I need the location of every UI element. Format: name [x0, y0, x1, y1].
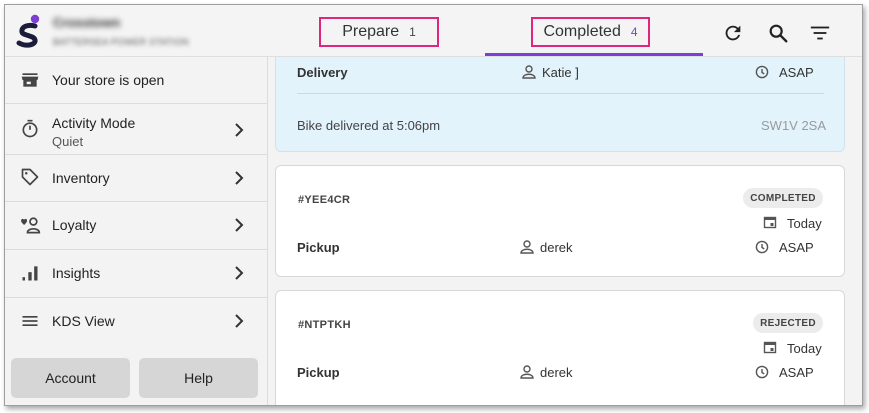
tab-prepare-count: 1: [409, 25, 416, 39]
clock-icon: [755, 65, 769, 79]
delivery-postcode: SW1V 2SA: [761, 118, 827, 133]
chevron-right-icon: [235, 314, 244, 328]
tab-prepare[interactable]: Prepare 1: [319, 17, 439, 47]
store-icon: [19, 69, 41, 91]
active-tab-indicator: [485, 53, 703, 56]
sidebar-divider: [267, 57, 268, 405]
chevron-right-icon: [235, 218, 244, 232]
person-icon: [520, 365, 534, 379]
insights-label: Insights: [52, 265, 101, 281]
menu-lines-icon: [19, 310, 41, 332]
filter-icon[interactable]: [808, 21, 832, 45]
search-icon[interactable]: [766, 21, 790, 45]
order-card[interactable]: #YEE4CR COMPLETED Today Pickup derek ASA…: [275, 165, 845, 277]
sidebar-item-insights[interactable]: Insights: [5, 249, 267, 298]
order-date: Today: [787, 216, 822, 231]
bar-chart-icon: [19, 262, 41, 284]
activity-mode-value: Quiet: [52, 134, 84, 149]
order-customer: Katie ]: [542, 65, 579, 80]
card-divider: [297, 93, 824, 94]
sidebar-item-inventory[interactable]: Inventory: [5, 154, 267, 202]
app-window: Crosstown BATTERSEA POWER STATION Prepar…: [4, 4, 863, 406]
order-time: ASAP: [779, 65, 814, 80]
clock-icon: [755, 365, 769, 379]
order-card[interactable]: #NTPTKH REJECTED Today Pickup derek ASAP: [275, 290, 845, 405]
order-customer: derek: [540, 240, 573, 255]
order-time: ASAP: [779, 365, 814, 380]
kds-view-label: KDS View: [52, 313, 115, 329]
tab-completed[interactable]: Completed 4: [531, 17, 650, 47]
order-type: Pickup: [297, 240, 340, 255]
order-card-delivery[interactable]: Delivery Katie ] ASAP Bike delivered at …: [275, 57, 845, 152]
order-id: #NTPTKH: [298, 319, 351, 331]
sidebar-item-store-status[interactable]: Your store is open: [5, 57, 267, 104]
top-bar: Crosstown BATTERSEA POWER STATION Prepar…: [5, 5, 862, 57]
person-icon: [520, 240, 534, 254]
store-name: Crosstown: [53, 15, 121, 30]
brand-logo: [16, 14, 40, 48]
sidebar-item-kds-view[interactable]: KDS View: [5, 297, 267, 345]
order-type: Delivery: [297, 65, 348, 80]
status-badge: REJECTED: [753, 313, 823, 333]
calendar-icon: [763, 341, 777, 354]
clock-icon: [755, 240, 769, 254]
person-icon: [522, 65, 536, 79]
order-type: Pickup: [297, 365, 340, 380]
inventory-label: Inventory: [52, 170, 110, 186]
order-customer: derek: [540, 365, 573, 380]
chevron-right-icon: [235, 266, 244, 280]
tag-icon: [19, 166, 41, 188]
tab-completed-count: 4: [630, 25, 638, 39]
chevron-right-icon: [235, 123, 244, 137]
order-id: #YEE4CR: [298, 194, 351, 206]
store-status-label: Your store is open: [52, 72, 165, 88]
activity-mode-label: Activity Mode: [52, 115, 136, 131]
status-badge: COMPLETED: [743, 188, 823, 208]
sidebar-item-activity-mode[interactable]: Activity Mode Quiet: [5, 103, 267, 155]
calendar-icon: [763, 216, 777, 229]
order-date: Today: [787, 341, 822, 356]
delivery-status-note: Bike delivered at 5:06pm: [297, 118, 441, 133]
stopwatch-icon: [19, 118, 41, 140]
help-button[interactable]: Help: [139, 358, 258, 398]
order-time: ASAP: [779, 240, 814, 255]
loyalty-label: Loyalty: [52, 217, 97, 233]
tab-prepare-label: Prepare: [342, 23, 400, 40]
sidebar-item-loyalty[interactable]: Loyalty: [5, 201, 267, 250]
refresh-icon[interactable]: [721, 21, 745, 45]
store-subtitle: BATTERSEA POWER STATION: [53, 37, 189, 47]
chevron-right-icon: [235, 171, 244, 185]
tab-completed-label: Completed: [543, 23, 621, 40]
sidebar: Your store is open Activity Mode Quiet I…: [5, 57, 267, 405]
account-button[interactable]: Account: [11, 358, 130, 398]
loyalty-icon: [19, 214, 41, 236]
